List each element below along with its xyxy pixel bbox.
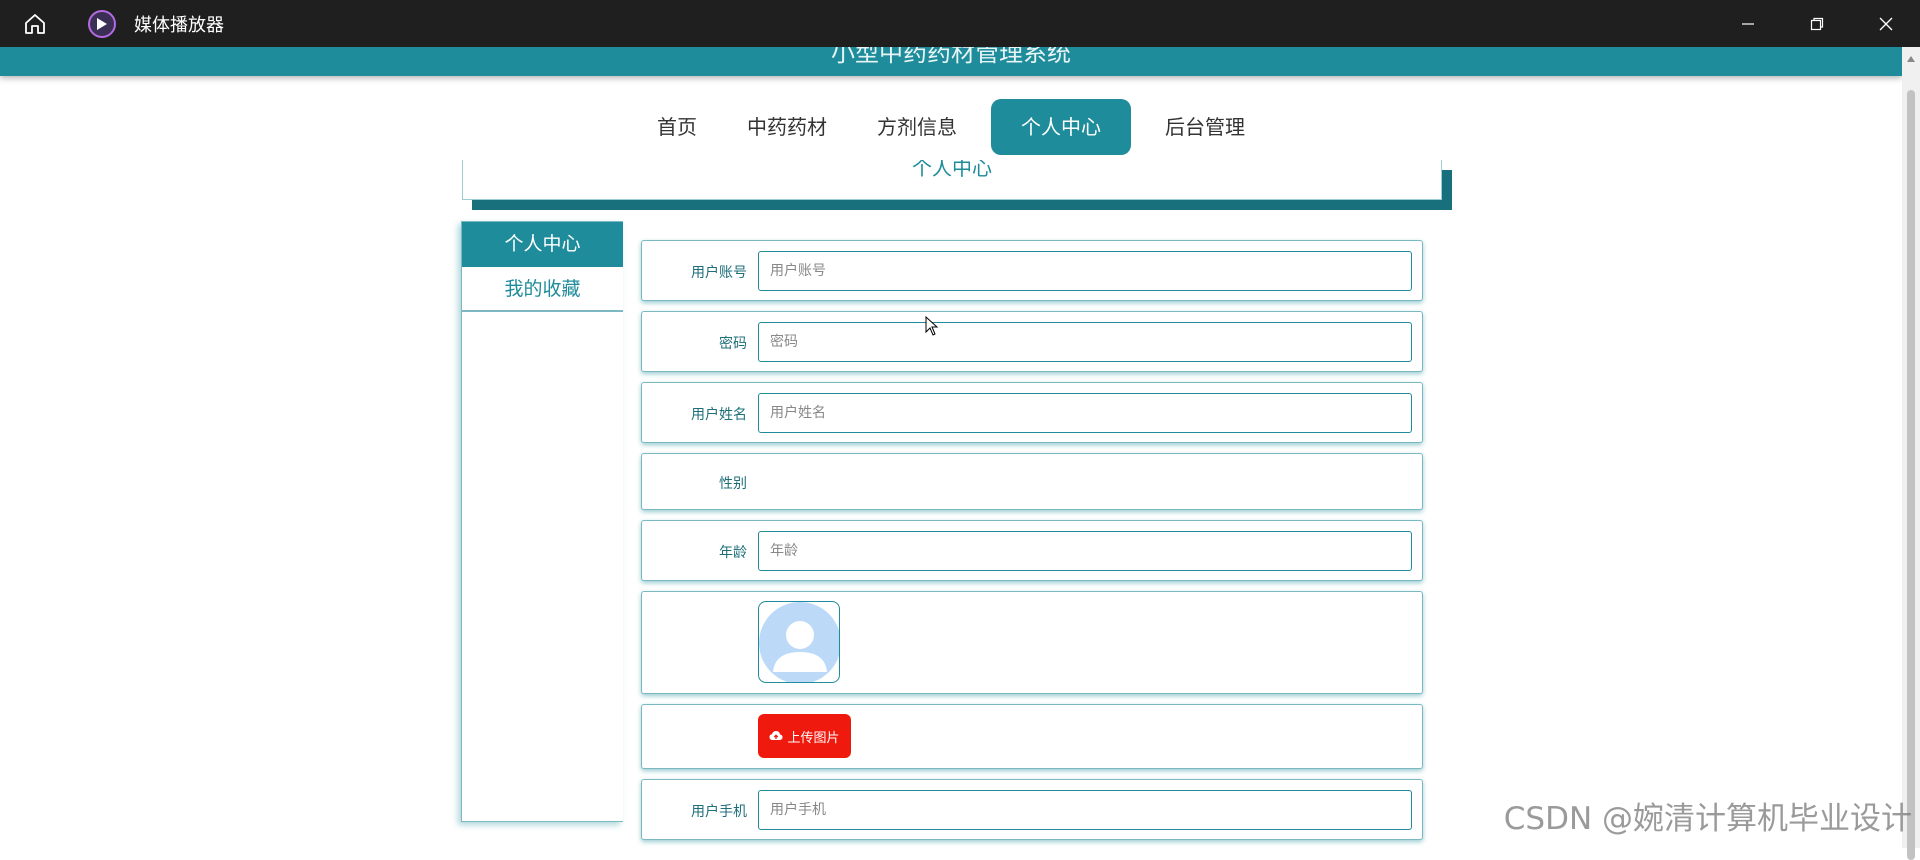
form-row-gender: 性别 [641, 453, 1423, 510]
name-input[interactable] [758, 393, 1412, 433]
form-row-age: 年龄 [641, 520, 1423, 581]
scroll-up-arrow-icon[interactable] [1907, 56, 1915, 62]
nav-item-herbs[interactable]: 中药药材 [723, 99, 851, 155]
form-row-upload: 上传图片 [641, 704, 1423, 769]
password-input[interactable] [758, 322, 1412, 362]
window-controls [1713, 0, 1920, 47]
breadcrumb: 个人中心 [462, 160, 1442, 200]
nav-item-admin[interactable]: 后台管理 [1141, 99, 1269, 155]
account-label: 用户账号 [642, 262, 747, 282]
form-row-phone: 用户手机 [641, 779, 1423, 840]
window-titlebar: 媒体播放器 [0, 0, 1920, 47]
phone-label: 用户手机 [642, 801, 747, 821]
media-player-icon [88, 10, 116, 38]
nav-item-personal-center[interactable]: 个人中心 [991, 99, 1131, 155]
age-input[interactable] [758, 531, 1412, 571]
name-label: 用户姓名 [642, 404, 747, 424]
vertical-scrollbar[interactable] [1902, 30, 1920, 848]
mouse-cursor-icon [925, 316, 939, 336]
close-button[interactable] [1851, 0, 1920, 47]
side-menu: 个人中心 我的收藏 [461, 221, 623, 822]
main-nav: 首页 中药药材 方剂信息 个人中心 后台管理 [0, 99, 1902, 155]
close-icon [1879, 17, 1893, 31]
restore-icon [1810, 17, 1824, 31]
home-icon [23, 12, 47, 36]
side-item-favorites[interactable]: 我的收藏 [462, 267, 623, 312]
nav-item-home[interactable]: 首页 [633, 99, 721, 155]
breadcrumb-title: 个人中心 [912, 160, 992, 180]
form-row-name: 用户姓名 [641, 382, 1423, 443]
watermark: CSDN @婉清计算机毕业设计 [1504, 793, 1912, 838]
nav-item-prescriptions[interactable]: 方剂信息 [853, 99, 981, 155]
minimize-icon [1741, 17, 1755, 31]
minimize-button[interactable] [1713, 0, 1782, 47]
upload-image-button[interactable]: 上传图片 [758, 714, 851, 758]
password-label: 密码 [642, 333, 747, 353]
home-button[interactable] [0, 0, 70, 47]
gender-label: 性别 [642, 473, 747, 493]
restore-button[interactable] [1782, 0, 1851, 47]
default-avatar-icon[interactable] [758, 601, 840, 683]
form-row-password: 密码 [641, 311, 1423, 372]
age-label: 年龄 [642, 542, 747, 562]
window-title: 媒体播放器 [134, 11, 224, 37]
scroll-thumb[interactable] [1907, 90, 1915, 860]
form-row-avatar [641, 591, 1423, 694]
account-input[interactable] [758, 251, 1412, 291]
form-row-account: 用户账号 [641, 240, 1423, 301]
phone-input[interactable] [758, 790, 1412, 830]
cloud-upload-icon [769, 730, 783, 742]
upload-image-label: 上传图片 [787, 727, 839, 746]
side-item-personal-center[interactable]: 个人中心 [462, 222, 623, 267]
